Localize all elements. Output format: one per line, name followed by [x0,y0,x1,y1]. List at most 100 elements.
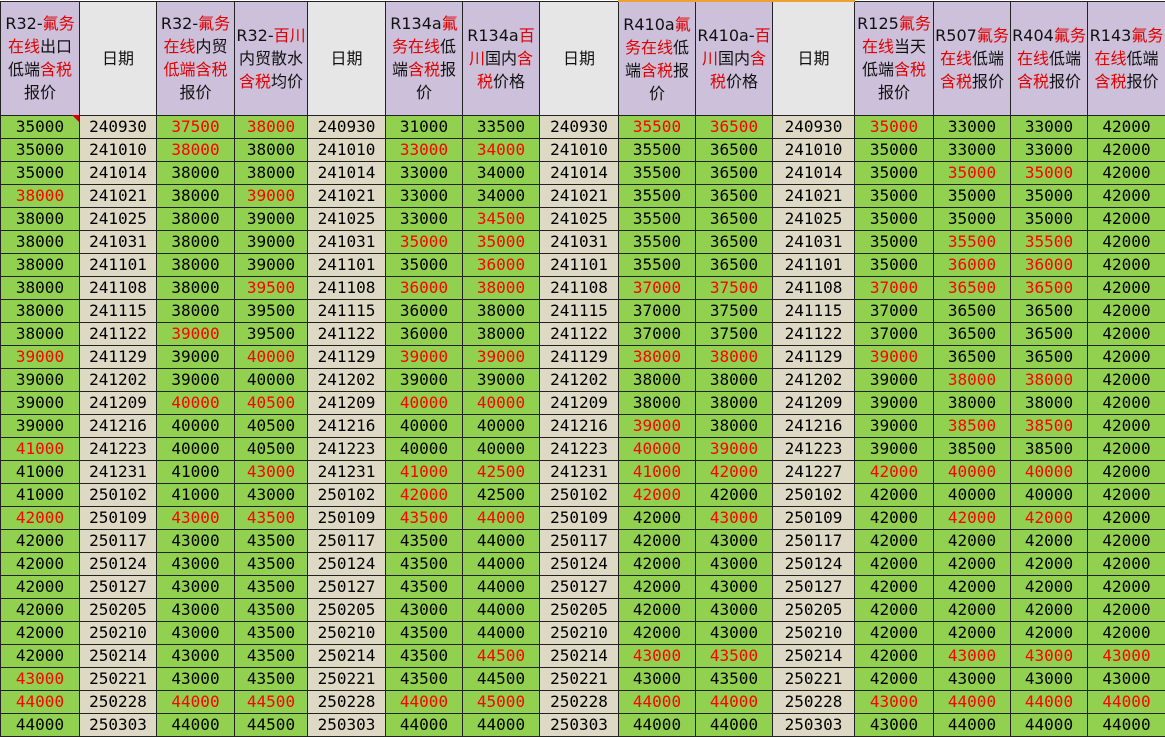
cell-date4[interactable]: 250210 [773,622,855,645]
cell-r507[interactable]: 36000 [934,254,1011,277]
cell-date2[interactable]: 250124 [308,553,386,576]
cell-r404[interactable]: 38000 [1011,392,1088,415]
cell-r134a_baichuan[interactable]: 40000 [463,392,540,415]
cell-date4[interactable]: 241108 [773,277,855,300]
cell-r32_export[interactable]: 38000 [1,231,80,254]
cell-r134a_online[interactable]: 44000 [386,714,463,737]
cell-date3[interactable]: 250117 [540,530,619,553]
cell-r507[interactable]: 36500 [934,277,1011,300]
cell-r404[interactable]: 36500 [1011,323,1088,346]
cell-r32_domestic[interactable]: 43000 [157,576,235,599]
cell-r134a_online[interactable]: 39000 [386,369,463,392]
cell-date3[interactable]: 241025 [540,208,619,231]
cell-r134a_online[interactable]: 40000 [386,415,463,438]
cell-r32_baichuan[interactable]: 39000 [235,208,308,231]
cell-r410a_online[interactable]: 35500 [619,254,696,277]
cell-r410a_baichuan[interactable]: 36500 [696,185,773,208]
cell-date1[interactable]: 250109 [80,507,157,530]
cell-r32_baichuan[interactable]: 40500 [235,392,308,415]
cell-date1[interactable]: 250210 [80,622,157,645]
cell-r134a_baichuan[interactable]: 44000 [463,553,540,576]
cell-r32_export[interactable]: 35000 [1,116,80,139]
cell-r134a_online[interactable]: 36000 [386,277,463,300]
cell-date3[interactable]: 250124 [540,553,619,576]
cell-r143[interactable]: 42000 [1088,392,1165,415]
cell-date1[interactable]: 241115 [80,300,157,323]
cell-r410a_baichuan[interactable]: 36500 [696,231,773,254]
cell-date1[interactable]: 241021 [80,185,157,208]
cell-r143[interactable]: 42000 [1088,438,1165,461]
cell-r32_baichuan[interactable]: 39000 [235,231,308,254]
cell-date2[interactable]: 250109 [308,507,386,530]
cell-r143[interactable]: 43000 [1088,645,1165,668]
cell-date2[interactable]: 250221 [308,668,386,691]
cell-date4[interactable]: 250102 [773,484,855,507]
cell-r507[interactable]: 36500 [934,323,1011,346]
cell-r507[interactable]: 38500 [934,438,1011,461]
cell-date3[interactable]: 250109 [540,507,619,530]
cell-r32_baichuan[interactable]: 39500 [235,300,308,323]
cell-date3[interactable]: 240930 [540,116,619,139]
cell-date4[interactable]: 250303 [773,714,855,737]
cell-r404[interactable]: 38500 [1011,438,1088,461]
cell-r134a_online[interactable]: 39000 [386,346,463,369]
cell-r410a_baichuan[interactable]: 37500 [696,277,773,300]
cell-r134a_baichuan[interactable]: 42500 [463,484,540,507]
cell-r404[interactable]: 36500 [1011,300,1088,323]
cell-r32_baichuan[interactable]: 38000 [235,139,308,162]
cell-r32_export[interactable]: 41000 [1,438,80,461]
cell-r410a_baichuan[interactable]: 38000 [696,369,773,392]
cell-r410a_baichuan[interactable]: 44000 [696,691,773,714]
cell-r143[interactable]: 42000 [1088,231,1165,254]
cell-r410a_online[interactable]: 35500 [619,139,696,162]
cell-r404[interactable]: 42000 [1011,576,1088,599]
cell-r125[interactable]: 42000 [855,530,934,553]
cell-date2[interactable]: 241031 [308,231,386,254]
cell-date1[interactable]: 241231 [80,461,157,484]
cell-r134a_baichuan[interactable]: 38000 [463,323,540,346]
cell-r134a_online[interactable]: 42000 [386,484,463,507]
cell-r507[interactable]: 42000 [934,553,1011,576]
cell-date3[interactable]: 241108 [540,277,619,300]
cell-date1[interactable]: 241202 [80,369,157,392]
cell-date1[interactable]: 250221 [80,668,157,691]
cell-r404[interactable]: 42000 [1011,530,1088,553]
cell-r404[interactable]: 38500 [1011,415,1088,438]
cell-r143[interactable]: 42000 [1088,369,1165,392]
cell-r410a_baichuan[interactable]: 43000 [696,576,773,599]
cell-r32_domestic[interactable]: 38000 [157,254,235,277]
cell-date1[interactable]: 241216 [80,415,157,438]
cell-date2[interactable]: 250102 [308,484,386,507]
cell-r32_baichuan[interactable]: 40500 [235,438,308,461]
cell-r125[interactable]: 42000 [855,553,934,576]
cell-r143[interactable]: 42000 [1088,622,1165,645]
cell-r507[interactable]: 38500 [934,415,1011,438]
cell-r134a_baichuan[interactable]: 44000 [463,576,540,599]
cell-date4[interactable]: 241014 [773,162,855,185]
cell-date3[interactable]: 250205 [540,599,619,622]
cell-r125[interactable]: 42000 [855,484,934,507]
cell-r125[interactable]: 35000 [855,231,934,254]
cell-r125[interactable]: 39000 [855,369,934,392]
cell-r32_export[interactable]: 38000 [1,254,80,277]
cell-r507[interactable]: 44000 [934,691,1011,714]
cell-date3[interactable]: 241202 [540,369,619,392]
cell-r32_domestic[interactable]: 44000 [157,691,235,714]
cell-r32_domestic[interactable]: 41000 [157,461,235,484]
cell-date3[interactable]: 241115 [540,300,619,323]
cell-r507[interactable]: 33000 [934,139,1011,162]
cell-date1[interactable]: 241223 [80,438,157,461]
cell-r507[interactable]: 43000 [934,668,1011,691]
cell-date1[interactable]: 250214 [80,645,157,668]
cell-r410a_online[interactable]: 42000 [619,530,696,553]
cell-date4[interactable]: 241129 [773,346,855,369]
cell-r134a_baichuan[interactable]: 42500 [463,461,540,484]
cell-r32_export[interactable]: 38000 [1,323,80,346]
cell-r404[interactable]: 43000 [1011,645,1088,668]
cell-r507[interactable]: 42000 [934,530,1011,553]
cell-date4[interactable]: 241209 [773,392,855,415]
cell-r410a_online[interactable]: 37000 [619,277,696,300]
cell-r410a_baichuan[interactable]: 38000 [696,392,773,415]
cell-r134a_baichuan[interactable]: 39000 [463,346,540,369]
cell-date1[interactable]: 241014 [80,162,157,185]
